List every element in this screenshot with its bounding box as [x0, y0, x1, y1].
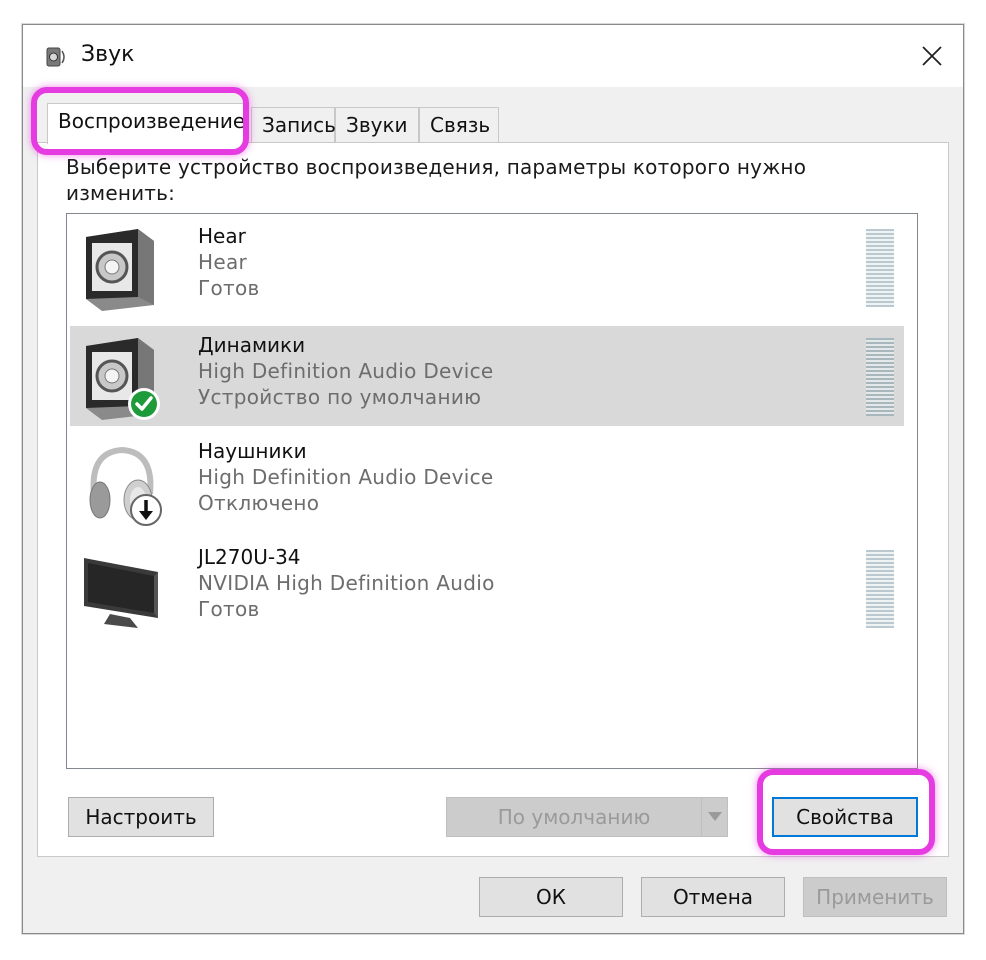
set-default-button[interactable]: По умолчанию: [446, 797, 728, 837]
properties-button[interactable]: Свойства: [772, 797, 918, 837]
device-description: High Definition Audio Device: [198, 465, 494, 489]
device-status: Отключено: [198, 491, 320, 515]
ok-button[interactable]: ОК: [479, 877, 623, 917]
disabled-arrow-icon: [130, 494, 162, 526]
speaker-icon: [86, 229, 154, 311]
device-name: JL270U-34: [198, 545, 301, 569]
level-meter: [866, 550, 894, 628]
monitor-icon: [84, 558, 158, 628]
cancel-button[interactable]: Отмена: [641, 877, 785, 917]
device-description: Hear: [198, 250, 248, 274]
tab-playback[interactable]: Воспроизведение: [47, 103, 245, 144]
close-icon: [922, 46, 942, 66]
device-item-hear[interactable]: Hear Hear Готов: [70, 217, 904, 317]
tab-communications[interactable]: Связь: [419, 107, 499, 143]
speaker-icon: [86, 338, 160, 420]
device-status: Готов: [198, 597, 260, 621]
apply-button[interactable]: Применить: [803, 877, 947, 917]
sound-dialog: Звук Воспроизведение Запись Звуки Связь …: [22, 24, 964, 934]
close-button[interactable]: [901, 25, 963, 87]
tab-recording[interactable]: Запись: [251, 107, 336, 143]
set-default-dropdown[interactable]: [701, 798, 727, 836]
tab-strip: Воспроизведение Запись Звуки Связь: [37, 103, 937, 144]
playback-panel: Выберите устройство воспроизведения, пар…: [37, 142, 949, 857]
device-description: NVIDIA High Definition Audio: [198, 571, 495, 595]
chevron-down-icon: [707, 812, 722, 821]
title-bar: Звук: [23, 25, 963, 87]
device-name: Наушники: [198, 439, 307, 463]
device-description: High Definition Audio Device: [198, 359, 494, 383]
device-text: Наушники High Definition Audio Device От…: [198, 438, 494, 516]
instruction-text: Выберите устройство воспроизведения, пар…: [66, 155, 807, 205]
device-status: Готов: [198, 276, 260, 300]
default-check-icon: [128, 388, 160, 420]
speaker-icon: [46, 47, 65, 67]
device-text: Динамики High Definition Audio Device Ус…: [198, 332, 494, 410]
window-title: Звук: [81, 42, 135, 67]
device-item-speakers[interactable]: Динамики High Definition Audio Device Ус…: [70, 326, 904, 426]
level-meter: [866, 338, 894, 416]
device-name: Динамики: [198, 333, 306, 357]
headphones-icon: [89, 446, 162, 526]
device-text: Hear Hear Готов: [198, 223, 260, 301]
tab-sounds[interactable]: Звуки: [335, 107, 419, 143]
device-list[interactable]: Hear Hear Готов Динамики High Definition…: [66, 213, 918, 769]
device-item-monitor[interactable]: JL270U-34 NVIDIA High Definition Audio Г…: [70, 538, 904, 638]
device-text: JL270U-34 NVIDIA High Definition Audio Г…: [198, 544, 495, 622]
device-item-headphones[interactable]: Наушники High Definition Audio Device От…: [70, 432, 904, 532]
configure-button[interactable]: Настроить: [68, 797, 214, 837]
level-meter: [866, 229, 894, 307]
device-status: Устройство по умолчанию: [198, 385, 482, 409]
device-name: Hear: [198, 224, 246, 248]
